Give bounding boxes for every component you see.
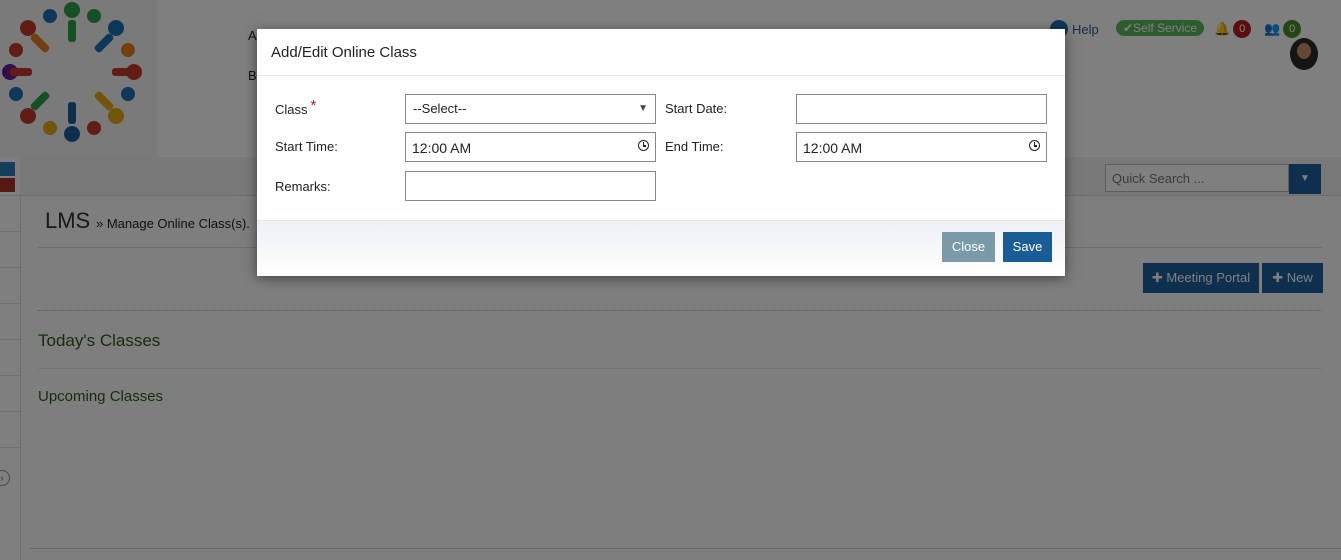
close-button[interactable]: Close	[942, 232, 995, 262]
start-time-input[interactable]: 12:00 AM	[405, 132, 656, 162]
class-select[interactable]: --Select-- ▼	[405, 94, 656, 124]
add-edit-online-class-dialog: Add/Edit Online Class Class * --Select-- …	[257, 29, 1065, 276]
clock-icon[interactable]	[638, 140, 649, 151]
start-time-value: 12:00 AM	[412, 140, 472, 156]
clock-icon[interactable]	[1029, 140, 1040, 151]
start-date-input[interactable]	[796, 94, 1047, 124]
dialog-header-divider	[257, 75, 1065, 76]
remarks-input[interactable]	[405, 171, 656, 201]
start-date-label: Start Date:	[665, 101, 728, 116]
end-time-label: End Time:	[665, 139, 724, 154]
end-time-value: 12:00 AM	[803, 140, 863, 156]
class-label: Class *	[275, 97, 316, 118]
start-time-label: Start Time:	[275, 139, 338, 154]
save-button[interactable]: Save	[1003, 232, 1052, 262]
remarks-label: Remarks:	[275, 179, 331, 194]
dialog-title: Add/Edit Online Class	[271, 44, 417, 61]
required-marker: *	[310, 97, 317, 114]
caret-down-icon: ▼	[638, 103, 648, 114]
class-select-value: --Select--	[413, 101, 467, 116]
class-label-text: Class	[275, 102, 308, 117]
end-time-input[interactable]: 12:00 AM	[796, 132, 1047, 162]
